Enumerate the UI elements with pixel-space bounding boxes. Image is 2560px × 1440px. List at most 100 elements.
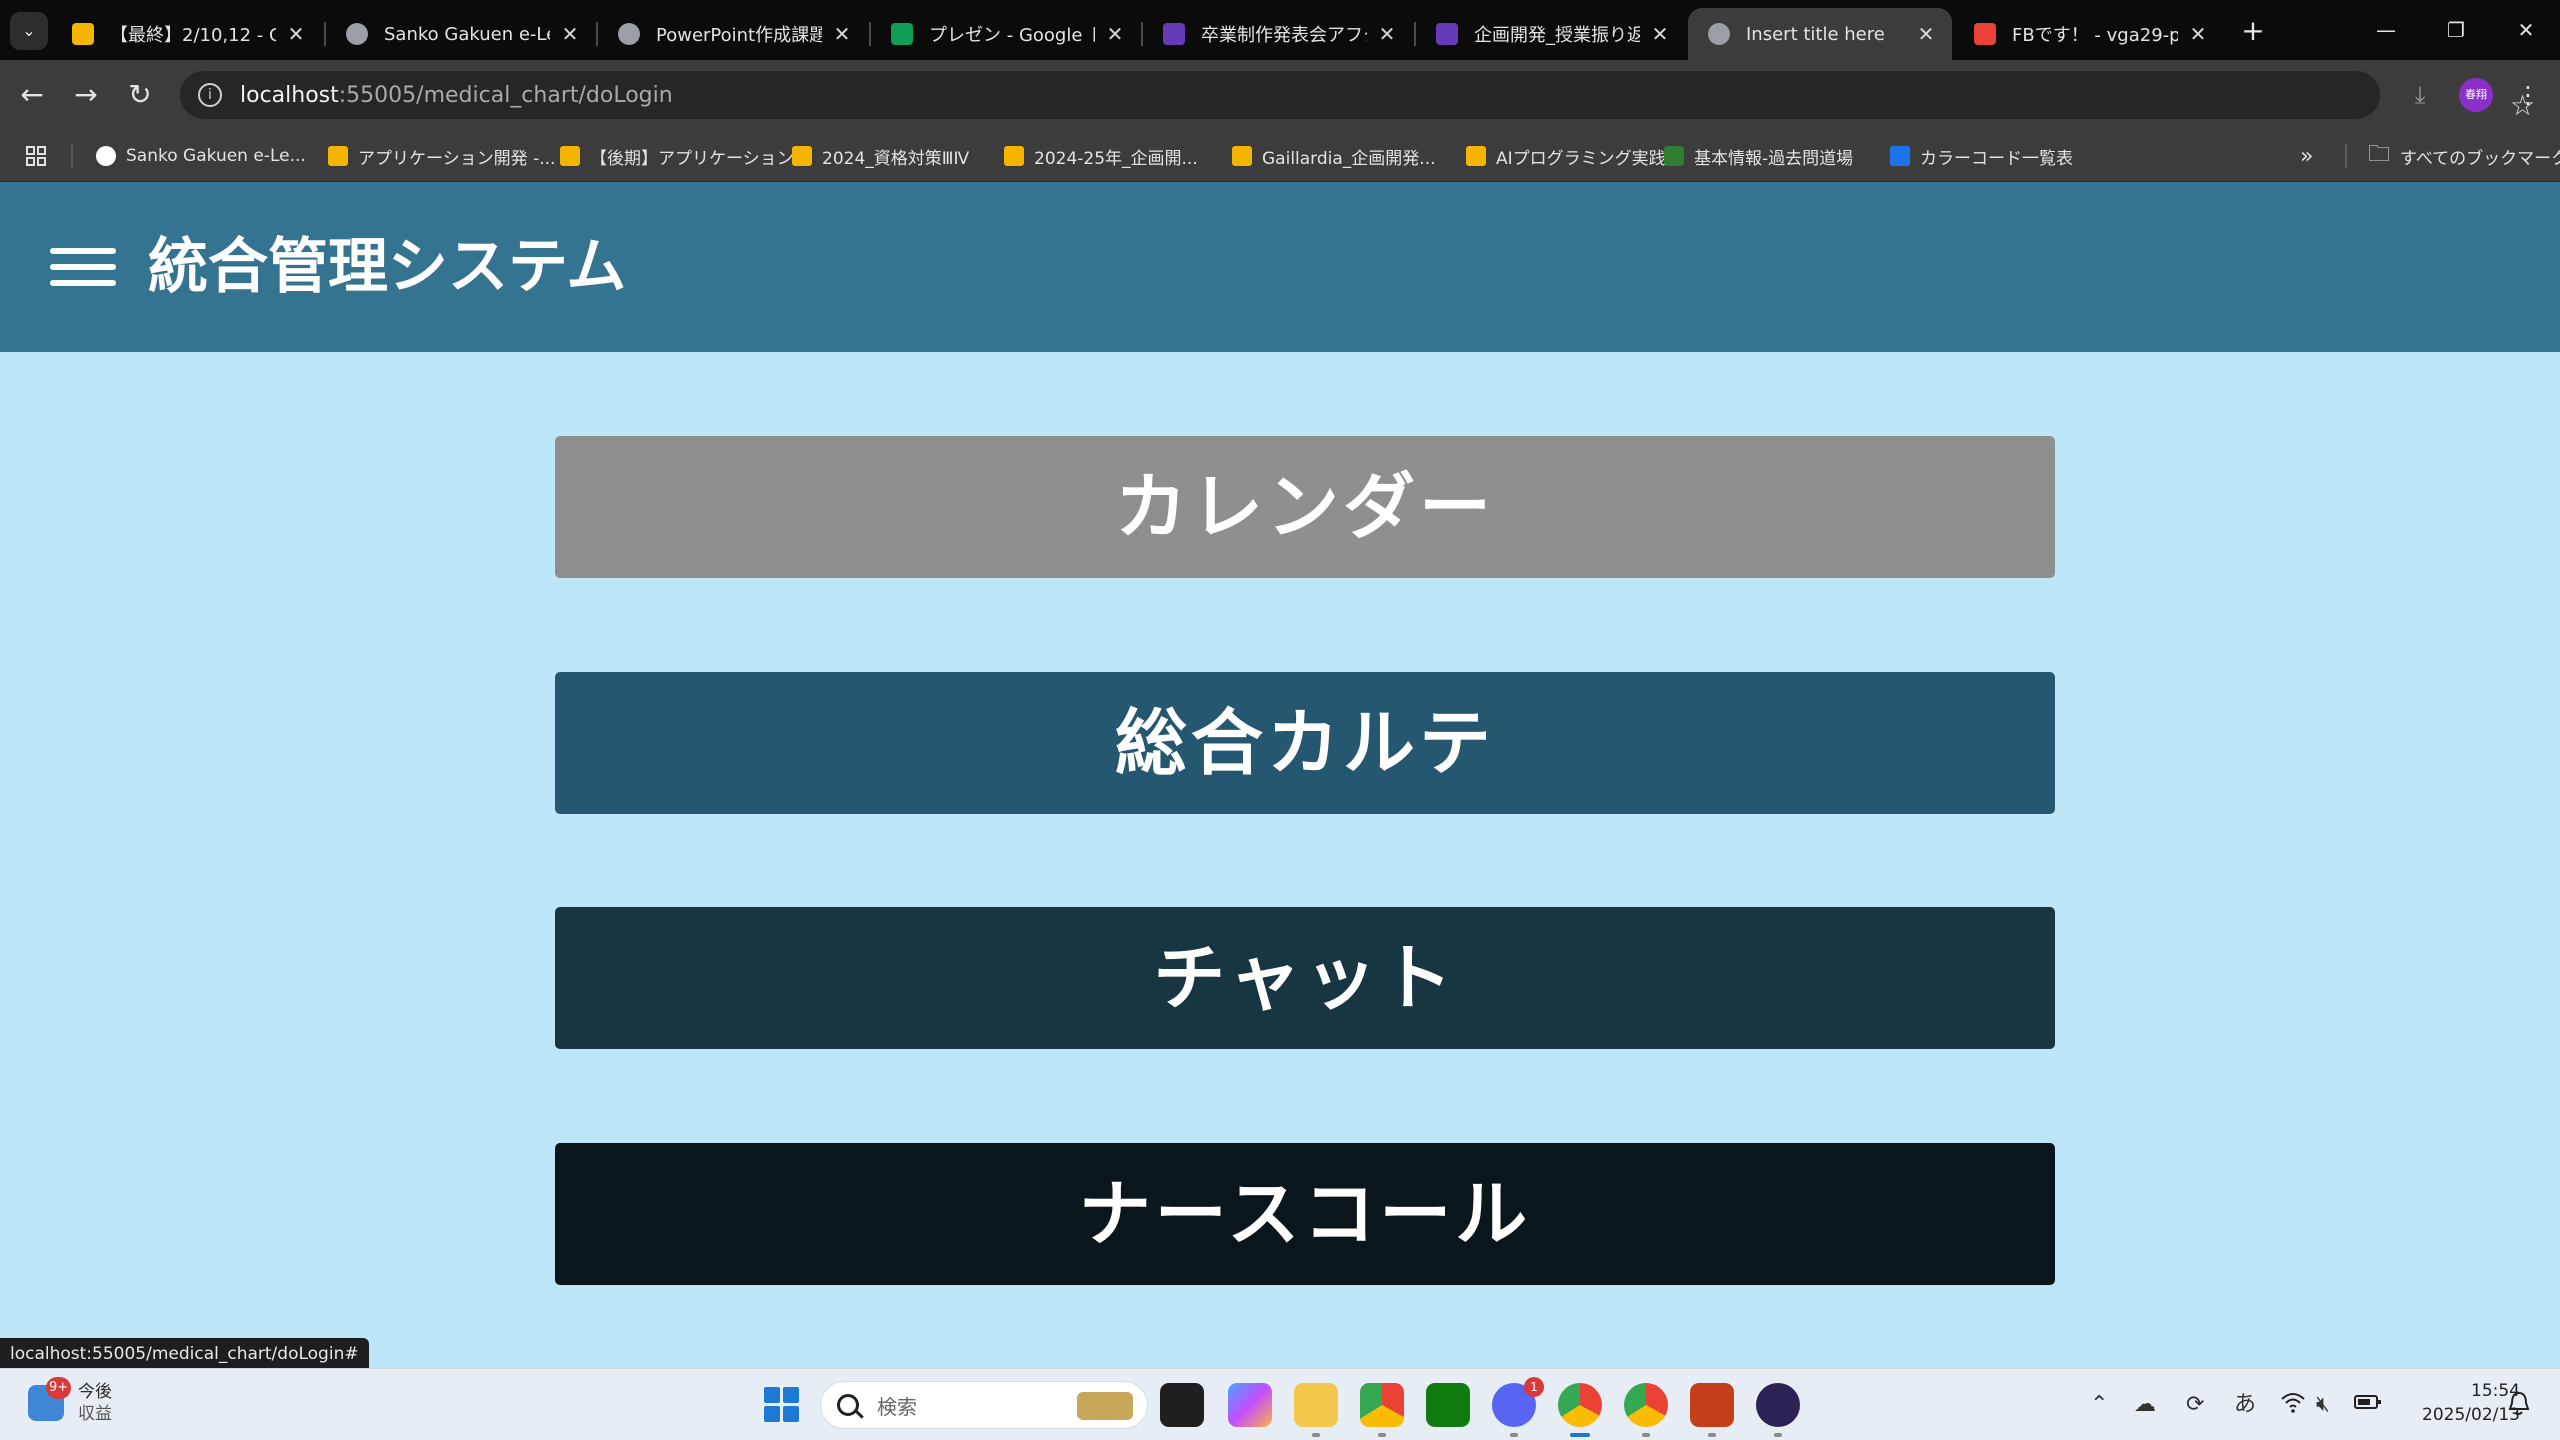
tab-title: 卒業制作発表会アフタ <box>1201 25 1367 46</box>
tab-4[interactable]: プレゼン - Google ドラ ✕ <box>871 8 1141 60</box>
sync-icon[interactable]: ⟳ <box>2186 1391 2204 1419</box>
browser-tab-strip: ⌄ 【最終】2/10,12 - Goo ✕ Sanko Gakuen e-Lea… <box>0 0 2560 60</box>
ime-indicator[interactable]: あ <box>2234 1391 2256 1419</box>
close-icon[interactable]: ✕ <box>830 22 854 46</box>
site-info-icon[interactable]: i <box>198 83 222 107</box>
chrome-icon[interactable] <box>1360 1383 1404 1437</box>
window-close-button[interactable]: ✕ <box>2496 10 2556 50</box>
all-bookmarks-folder[interactable]: 🗀 すべてのブックマーク <box>2368 142 2560 170</box>
onedrive-icon[interactable]: ☁ <box>2134 1391 2156 1419</box>
url-path: :55005/medical_chart/doLogin <box>338 82 673 108</box>
forms-icon <box>1163 23 1185 45</box>
close-icon[interactable]: ✕ <box>1103 22 1127 46</box>
bookmark-item[interactable]: AIプログラミング実践 <box>1466 142 1666 170</box>
google-drive-icon <box>1466 146 1486 166</box>
bookmark-item[interactable]: 【後期】アプリケーション... <box>560 142 810 170</box>
more-bookmarks-icon[interactable]: » <box>2300 142 2313 170</box>
chat-button[interactable]: チャット <box>555 907 2055 1049</box>
tab-title: Insert title here <box>1746 23 1885 45</box>
tab-title: Sanko Gakuen e-Lea <box>384 23 550 45</box>
globe-icon <box>346 23 368 45</box>
taskbar-search-box[interactable]: 検索 <box>820 1381 1148 1429</box>
clock-date: 2025/02/13 <box>2422 1405 2520 1425</box>
tab-3[interactable]: PowerPoint作成課題 ✕ <box>598 8 868 60</box>
address-bar[interactable]: i localhost:55005/medical_chart/doLogin … <box>180 71 2535 121</box>
close-icon[interactable]: ✕ <box>558 22 582 46</box>
windows-taskbar: 9+ 今後 収益 検索 1 ⌃ ☁ ⟳ あ 🔇︎ 15:54 2025/02/1… <box>0 1368 2560 1440</box>
bookmark-item[interactable]: 2024_資格対策ⅢⅣ <box>792 142 969 170</box>
menu-kebab-icon[interactable]: ⋮ <box>2510 77 2546 113</box>
app-header: 統合管理システム <box>0 182 2560 352</box>
google-drive-icon <box>1004 146 1024 166</box>
bookmark-item[interactable]: アプリケーション開発 -... <box>328 142 555 170</box>
tab-7-active[interactable]: Insert title here ✕ <box>1688 8 1952 60</box>
forward-button[interactable]: → <box>66 75 106 115</box>
nurse-call-button[interactable]: ナースコール <box>555 1143 2055 1285</box>
apps-grid-icon[interactable] <box>24 142 48 170</box>
battery-icon[interactable] <box>2354 1391 2382 1419</box>
tab-search-button[interactable]: ⌄ <box>10 12 48 50</box>
google-drive-icon <box>72 23 94 45</box>
system-clock[interactable]: 15:54 2025/02/13 <box>2390 1379 2520 1427</box>
globe-icon <box>618 23 640 45</box>
calendar-button[interactable]: カレンダー <box>555 436 2055 578</box>
volume-muted-icon[interactable]: 🔇︎ <box>2316 1391 2330 1419</box>
close-icon[interactable]: ✕ <box>2186 22 2210 46</box>
status-bar-url: localhost:55005/medical_chart/doLogin# <box>0 1338 369 1370</box>
google-drive-icon <box>792 146 812 166</box>
eclipse-icon[interactable] <box>1756 1383 1800 1437</box>
widget-line1: 今後 <box>78 1382 112 1402</box>
tab-6[interactable]: 企画開発_授業振り返 ✕ <box>1416 8 1686 60</box>
copilot-icon[interactable] <box>1228 1383 1272 1427</box>
tab-title: PowerPoint作成課題 <box>656 25 822 46</box>
url-host: localhost <box>240 82 339 108</box>
tab-2[interactable]: Sanko Gakuen e-Lea ✕ <box>326 8 596 60</box>
tab-1[interactable]: 【最終】2/10,12 - Goo ✕ <box>52 8 322 60</box>
notification-badge: 9+ <box>46 1377 72 1399</box>
file-explorer-icon[interactable] <box>1294 1383 1338 1437</box>
download-icon[interactable]: ⤓ <box>2402 77 2438 113</box>
clock-time: 15:54 <box>2471 1381 2520 1401</box>
reload-button[interactable]: ↻ <box>120 75 160 115</box>
browser-toolbar: ← → ↻ i localhost:55005/medical_chart/do… <box>0 60 2560 130</box>
bookmark-item[interactable]: カラーコード一覧表 <box>1890 142 2073 170</box>
close-icon[interactable]: ✕ <box>284 22 308 46</box>
minimize-button[interactable]: — <box>2356 10 2416 50</box>
xbox-icon[interactable] <box>1426 1383 1470 1427</box>
globe-icon <box>1708 23 1730 45</box>
google-drive-icon <box>891 23 913 45</box>
bookmarks-bar: Sanko Gakuen e-Le... アプリケーション開発 -... 【後期… <box>0 130 2560 182</box>
wifi-icon[interactable] <box>2280 1391 2306 1421</box>
tab-8[interactable]: FBです！ - vga29-pc2 ✕ <box>1954 8 2224 60</box>
bookmark-item[interactable]: Gaillardia_企画開発... <box>1232 142 1436 170</box>
notification-bell-icon[interactable] <box>2508 1391 2532 1419</box>
profile-avatar[interactable]: 春翔 <box>2459 78 2493 112</box>
search-placeholder: 検索 <box>877 1394 917 1419</box>
bookmark-item[interactable]: 基本情報-過去問道場 <box>1664 142 1853 170</box>
globe-icon <box>96 146 116 166</box>
close-icon[interactable]: ✕ <box>1375 22 1399 46</box>
discord-icon[interactable]: 1 <box>1492 1377 1544 1437</box>
close-icon[interactable]: ✕ <box>1648 22 1672 46</box>
powerpoint-icon[interactable] <box>1690 1383 1734 1437</box>
windows-start-icon[interactable] <box>764 1387 800 1423</box>
chevron-up-icon[interactable]: ⌃ <box>2090 1391 2108 1419</box>
close-icon[interactable]: ✕ <box>1914 22 1938 46</box>
hamburger-menu-icon[interactable] <box>50 248 116 286</box>
back-button[interactable]: ← <box>12 75 52 115</box>
medical-chart-button[interactable]: 総合カルテ <box>555 672 2055 814</box>
discord-badge: 1 <box>1524 1377 1544 1397</box>
task-view-icon[interactable] <box>1160 1383 1204 1427</box>
search-icon <box>837 1394 859 1416</box>
tab-5[interactable]: 卒業制作発表会アフタ ✕ <box>1143 8 1413 60</box>
tab-title: FBです！ - vga29-pc2 <box>2012 25 2178 46</box>
tab-title: プレゼン - Google ドラ <box>929 25 1095 46</box>
chrome-profile-icon[interactable] <box>1558 1383 1602 1437</box>
widgets-button[interactable]: 9+ 今後 収益 <box>28 1377 112 1425</box>
chrome-profile-icon[interactable] <box>1624 1383 1668 1437</box>
restore-button[interactable]: ❐ <box>2426 10 2486 50</box>
bookmark-item[interactable]: 2024-25年_企画開... <box>1004 142 1198 170</box>
widget-line2: 収益 <box>78 1404 112 1424</box>
bookmark-item[interactable]: Sanko Gakuen e-Le... <box>96 142 306 170</box>
new-tab-button[interactable]: + <box>2236 14 2270 48</box>
